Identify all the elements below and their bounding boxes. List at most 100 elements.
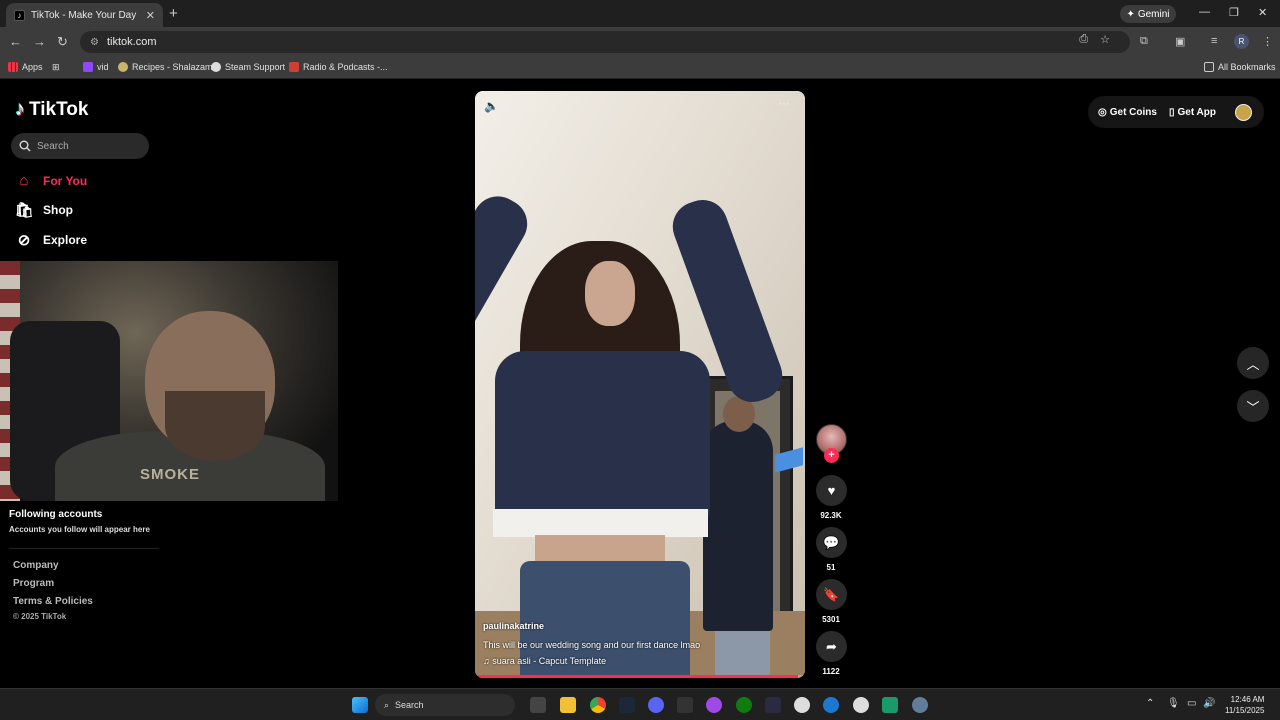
taskbar-search[interactable]: ⌕ Search [375,694,515,716]
close-tab-icon[interactable]: ✕ [146,9,155,22]
comment-icon: 💬 [823,534,840,550]
music-note-icon: ♫ [483,656,493,666]
address-bar[interactable]: ⚙ tiktok.com ⎙ ☆ [80,31,1130,53]
settings-icon[interactable] [912,697,928,713]
vpn-icon[interactable] [823,697,839,713]
get-coins-button[interactable]: ◎ Get Coins [1098,107,1157,118]
follow-plus-button[interactable]: + [824,448,839,463]
android-app-icon[interactable] [882,697,898,713]
share-count: 1122 [822,667,840,676]
tab-groups-icon[interactable]: ⊞ [52,62,60,73]
comment-button[interactable]: 💬 [816,527,847,558]
bookmark-star-icon[interactable]: ☆ [1100,33,1110,46]
video-progress[interactable] [475,675,805,678]
footer-terms[interactable]: Terms & Policies [13,596,93,607]
steam-icon[interactable] [619,697,635,713]
steam-icon [211,62,221,72]
tiktok-note-icon: ♪ [15,98,25,120]
search-input[interactable] [37,140,137,152]
search-icon: ⌕ [384,699,390,710]
video-username[interactable]: paulinakatrine [483,621,700,631]
following-accounts-subtitle: Accounts you follow will appear here [9,525,150,534]
like-button[interactable]: ♥ [816,475,847,506]
obs-icon[interactable] [706,697,722,713]
search-box[interactable] [11,133,149,159]
chrome-icon[interactable] [590,697,606,713]
menu-dots-icon[interactable]: ⋮ [1262,35,1273,48]
forward-icon[interactable]: → [33,34,46,49]
share-button[interactable]: ➦ [816,631,847,662]
g-app-icon[interactable] [794,697,810,713]
g-hub-icon[interactable] [853,697,869,713]
divider [9,548,159,549]
tab-tiktok[interactable]: ♪ TikTok - Make Your Day ✕ [6,3,163,27]
brand-name: TikTok [29,98,89,120]
bookmark-icon: 🔖 [823,586,840,602]
xbox-icon[interactable] [736,697,752,713]
recipe-icon [118,62,128,72]
epic-games-icon[interactable] [677,697,693,713]
microphone-icon[interactable]: 🎙 [1167,698,1180,709]
video-player[interactable]: 🔈 ··· paulinakatrine This will be our we… [475,91,805,678]
radio-icon [289,62,299,72]
system-clock[interactable]: 12:46 AM 11/15/2025 [1225,694,1264,716]
file-explorer-icon[interactable] [560,697,576,713]
volume-tray-icon[interactable]: 🔊 [1203,698,1215,709]
profile-avatar[interactable]: R [1234,34,1249,49]
previous-video-button[interactable]: ︿ [1237,347,1269,379]
nav-for-you[interactable]: ⌂ For You [15,172,87,189]
new-tab-icon[interactable]: + [169,5,178,22]
tab-title: TikTok - Make Your Day [31,9,137,21]
clock-date: 11/15/2025 [1225,706,1265,715]
tray-chevron-icon[interactable]: ⌃ [1146,698,1154,709]
reload-icon[interactable]: ↻ [57,34,68,50]
network-icon[interactable]: ▭ [1187,698,1196,709]
compass-icon: ⊘ [17,232,31,249]
bookmark-recipes[interactable]: Recipes - Shalazam [118,62,213,72]
top-right-actions: ◎ Get Coins ▯ Get App [1088,96,1264,128]
tiktok-favicon-icon: ♪ [14,9,25,21]
extensions-icon[interactable]: ⧉ [1140,35,1148,48]
all-bookmarks[interactable]: All Bookmarks [1204,62,1276,72]
more-options-icon[interactable]: ··· [778,96,790,110]
video-caption: paulinakatrine This will be our wedding … [483,621,700,666]
discord-icon[interactable] [648,697,664,713]
coin-icon: ◎ [1098,106,1107,118]
save-button[interactable]: 🔖 [816,579,847,610]
app-icon[interactable] [765,697,781,713]
install-icon[interactable]: ⎙ [1079,33,1088,46]
following-accounts-title: Following accounts [9,509,103,520]
apps-grid-icon [8,62,18,72]
video-music[interactable]: ♫ suara asli - Capcut Template [483,656,700,666]
comment-count: 51 [826,563,836,572]
bookmark-vid[interactable]: vid [83,62,109,72]
nav-shop[interactable]: 🛍 Shop [14,201,73,219]
gemini-label: Gemini [1137,8,1170,20]
nav-explore[interactable]: ⊘ Explore [15,231,87,249]
user-avatar[interactable] [1235,104,1252,121]
copyright: © 2025 TikTok [13,612,67,621]
next-video-button[interactable]: ﹀ [1237,390,1269,422]
task-view-icon[interactable] [530,697,546,713]
video-description: This will be our wedding song and our fi… [483,640,701,650]
tiktok-logo[interactable]: ♪ TikTok [15,98,88,121]
restore-icon[interactable]: ❐ [1229,6,1239,19]
bookmark-radio[interactable]: Radio & Podcasts -... [289,62,388,72]
bookmark-apps[interactable]: Apps [8,62,43,72]
url-text: tiktok.com [106,36,157,48]
like-count: 92.3K [820,511,842,520]
site-info-icon[interactable]: ⚙ [90,37,99,48]
minimize-icon[interactable]: — [1199,6,1210,18]
split-view-icon[interactable]: ▣ [1175,35,1185,48]
windows-start-icon[interactable] [352,697,368,713]
volume-icon[interactable]: 🔈 [484,99,499,113]
footer-program[interactable]: Program [13,578,54,589]
gemini-button[interactable]: ✦ Gemini [1120,5,1176,23]
get-app-button[interactable]: ▯ Get App [1169,107,1216,118]
bookmark-steam[interactable]: Steam Support [211,62,285,72]
webcam-overlay: SMOKE [0,261,338,501]
close-window-icon[interactable]: ✕ [1258,6,1267,19]
footer-company[interactable]: Company [13,560,59,571]
media-icon[interactable]: ≡ [1211,35,1217,47]
back-icon[interactable]: ← [9,34,22,49]
